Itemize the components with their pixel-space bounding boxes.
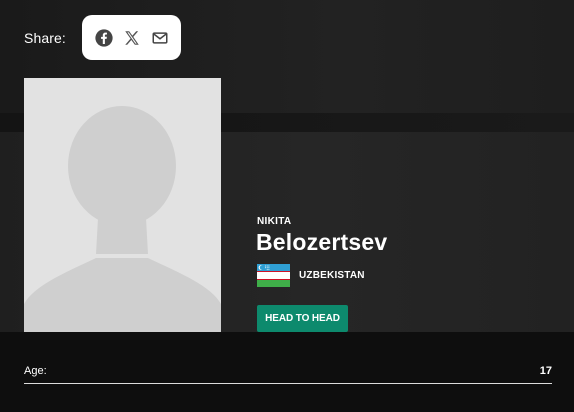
athlete-last-name: Belozertsev [256, 229, 388, 255]
stats-background [0, 332, 574, 412]
athlete-profile-page: Share: NIKITA Belozertsev UZBEKISTAN HEA… [0, 0, 574, 412]
email-icon[interactable] [150, 28, 170, 48]
person-silhouette-icon [24, 106, 221, 332]
uzbekistan-flag-icon [257, 264, 290, 287]
stats-divider [24, 383, 552, 384]
athlete-first-name: NIKITA [257, 216, 292, 227]
athlete-photo-placeholder [24, 78, 221, 332]
share-buttons-container [82, 15, 181, 60]
share-label: Share: [24, 30, 66, 46]
x-icon[interactable] [122, 28, 142, 48]
athlete-country: UZBEKISTAN [299, 270, 365, 281]
facebook-icon[interactable] [94, 28, 114, 48]
age-value: 17 [539, 365, 552, 377]
head-to-head-button[interactable]: HEAD TO HEAD [257, 305, 348, 332]
age-label: Age: [24, 365, 47, 377]
